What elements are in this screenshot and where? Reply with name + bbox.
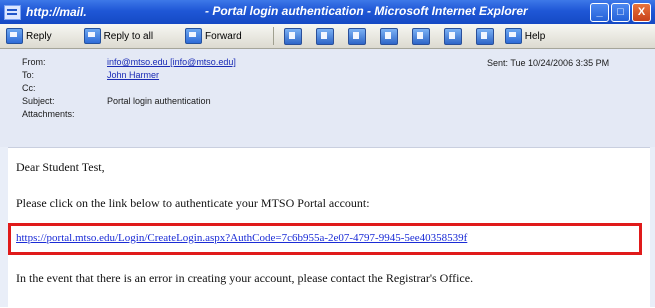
save-icon[interactable] [315,27,334,45]
greeting-text: Dear Student Test, [16,160,105,174]
next-item-icon[interactable] [475,27,494,45]
sent-date: Sent: Tue 10/24/2006 3:35 PM [487,58,610,68]
forward-label: Forward [205,30,242,42]
to-row: To: John Harmer [22,70,159,82]
help-label: Help [524,30,546,42]
error-note-text: In the event that there is an error in c… [16,271,474,285]
reply-label: Reply [26,30,52,42]
minimize-button[interactable]: _ [590,3,609,22]
title-bar[interactable]: http://mail. - Portal login authenticati… [0,0,655,24]
email-window: http://mail. - Portal login authenticati… [0,0,655,308]
subject-label: Subject: [22,96,55,106]
forward-icon [185,28,203,44]
to-label: To: [22,70,35,80]
from-value[interactable]: info@mtso.edu [info@mtso.edu] [107,57,236,69]
attachments-row: Attachments: [22,109,107,121]
instruction-text: Please click on the link below to authen… [16,196,370,210]
window-controls: _ □ X [590,3,651,22]
attachments-label: Attachments: [22,109,75,119]
reply-icon [6,28,23,44]
flag-icon[interactable] [347,27,366,45]
window-url: http://mail. [26,5,87,19]
address-book-icon[interactable] [379,27,398,45]
from-label: From: [22,57,46,67]
reply-all-label: Reply to all [103,30,154,42]
maximize-button[interactable]: □ [611,3,630,22]
subject-row: Subject: Portal login authentication [22,96,211,108]
help-icon [504,28,522,44]
print-icon[interactable] [283,27,302,45]
reply-all-icon [83,28,101,44]
help-button[interactable]: Help [502,26,549,46]
reply-all-button[interactable]: Reply to all [81,26,156,46]
previous-item-icon[interactable] [443,27,462,45]
forward-button[interactable]: Forward [182,26,245,46]
ie-window-icon [4,4,21,20]
authentication-link[interactable]: https://portal.mtso.edu/Login/CreateLogi… [16,232,467,244]
message-body: Dear Student Test, Please click on the l… [8,147,650,308]
reply-button[interactable]: Reply [3,26,55,46]
cc-row: Cc: [22,83,107,95]
delete-icon[interactable] [411,27,430,45]
message-headers: From: info@mtso.edu [info@mtso.edu] To: … [0,49,655,147]
message-toolbar: Reply Reply to all Forward Help [0,24,655,49]
cc-label: Cc: [22,83,36,93]
window-title: - Portal login authentication - Microsof… [205,4,528,18]
to-value[interactable]: John Harmer [107,70,159,82]
subject-value: Portal login authentication [107,96,211,106]
close-button[interactable]: X [632,3,651,22]
from-row: From: info@mtso.edu [info@mtso.edu] [22,57,236,69]
toolbar-separator [272,27,274,45]
